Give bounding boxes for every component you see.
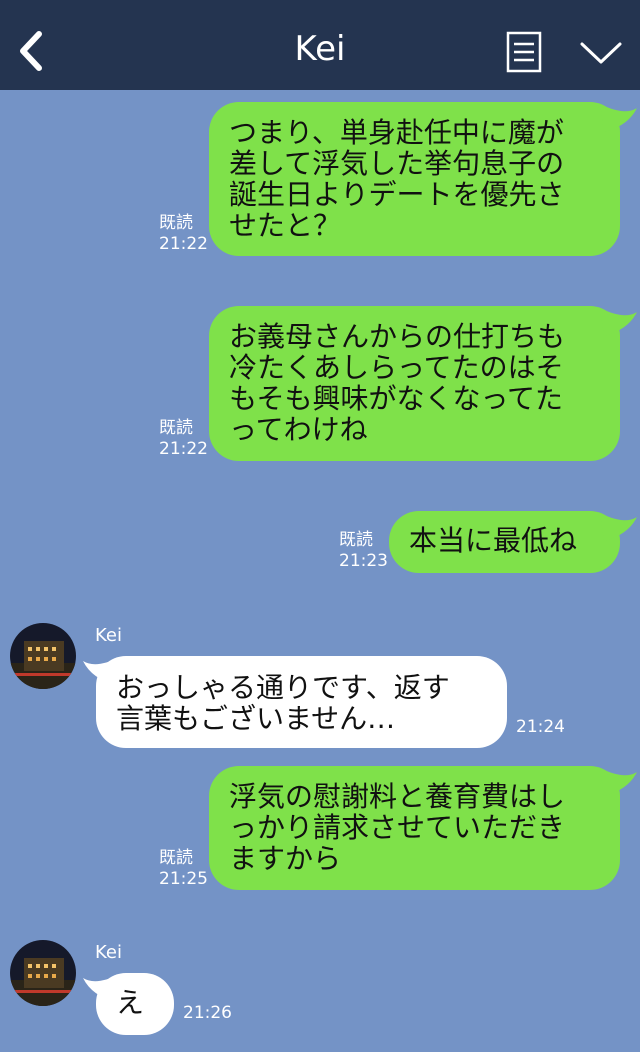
avatar[interactable] (10, 940, 76, 1006)
message-meta: 既読 21:22 (159, 418, 208, 460)
chat-header: Kei (0, 0, 640, 90)
message-line: 本当に最低ね (409, 524, 578, 557)
message-line: ますから (229, 842, 342, 875)
message-bubble-sent[interactable]: 浮気の慰謝料と養育費はし っかり請求させていただき ますから (209, 766, 620, 890)
back-chevron-icon[interactable] (14, 30, 50, 72)
message-line: 差して浮気した挙句息子の (229, 147, 565, 180)
message-line: もそも興味がなくなってた (229, 382, 564, 415)
message-line: せたと？ (229, 209, 342, 242)
message-time: 21:24 (516, 717, 565, 737)
read-receipt: 既読 (159, 848, 193, 868)
message-time: 21:26 (183, 1003, 232, 1023)
message-time: 21:22 (159, 234, 208, 254)
message-line: おっしゃる通りです、返す (116, 671, 450, 704)
message-meta: 既読 21:22 (159, 213, 208, 255)
message-bubble-sent[interactable]: 本当に最低ね (389, 511, 620, 573)
read-receipt: 既読 (159, 418, 193, 438)
message-time: 21:25 (159, 869, 208, 889)
bubble-tail (600, 104, 637, 132)
message-line: ってわけね (229, 413, 368, 446)
message-line: 誕生日よりデートを優先さ (229, 178, 565, 211)
message-line: つまり、単身赴任中に魔が (229, 116, 564, 149)
sender-name: Kei (95, 625, 122, 646)
message-bubble-received[interactable]: おっしゃる通りです、返す 言葉もございません… (96, 656, 507, 748)
chat-title: Kei (294, 29, 346, 69)
message-line: 冷たくあしらってたのはそ (229, 351, 564, 384)
notes-icon[interactable] (506, 31, 542, 73)
chevron-down-icon[interactable] (578, 38, 624, 68)
read-receipt: 既読 (339, 530, 373, 550)
sender-name: Kei (95, 942, 122, 963)
bubble-tail (600, 308, 637, 336)
bubble-tail (600, 513, 637, 541)
message-bubble-sent[interactable]: お義母さんからの仕打ちも 冷たくあしらってたのはそ もそも興味がなくなってた っ… (209, 306, 620, 461)
message-time: 21:22 (159, 439, 208, 459)
read-receipt: 既読 (159, 213, 193, 233)
message-line: 言葉もございません… (116, 702, 396, 735)
message-time: 21:23 (339, 551, 388, 571)
avatar[interactable] (10, 623, 76, 689)
message-meta: 既読 21:25 (159, 848, 208, 890)
message-line: 浮気の慰謝料と養育費はし (229, 780, 566, 813)
message-bubble-sent[interactable]: つまり、単身赴任中に魔が 差して浮気した挙句息子の 誕生日よりデートを優先さ せ… (209, 102, 620, 256)
message-line: お義母さんからの仕打ちも (229, 320, 566, 353)
bubble-tail (600, 768, 637, 796)
message-meta: 既読 21:23 (339, 530, 388, 572)
message-line: っかり請求させていただき (229, 811, 566, 844)
message-bubble-received[interactable]: え (96, 973, 174, 1035)
message-line: え (116, 986, 145, 1019)
